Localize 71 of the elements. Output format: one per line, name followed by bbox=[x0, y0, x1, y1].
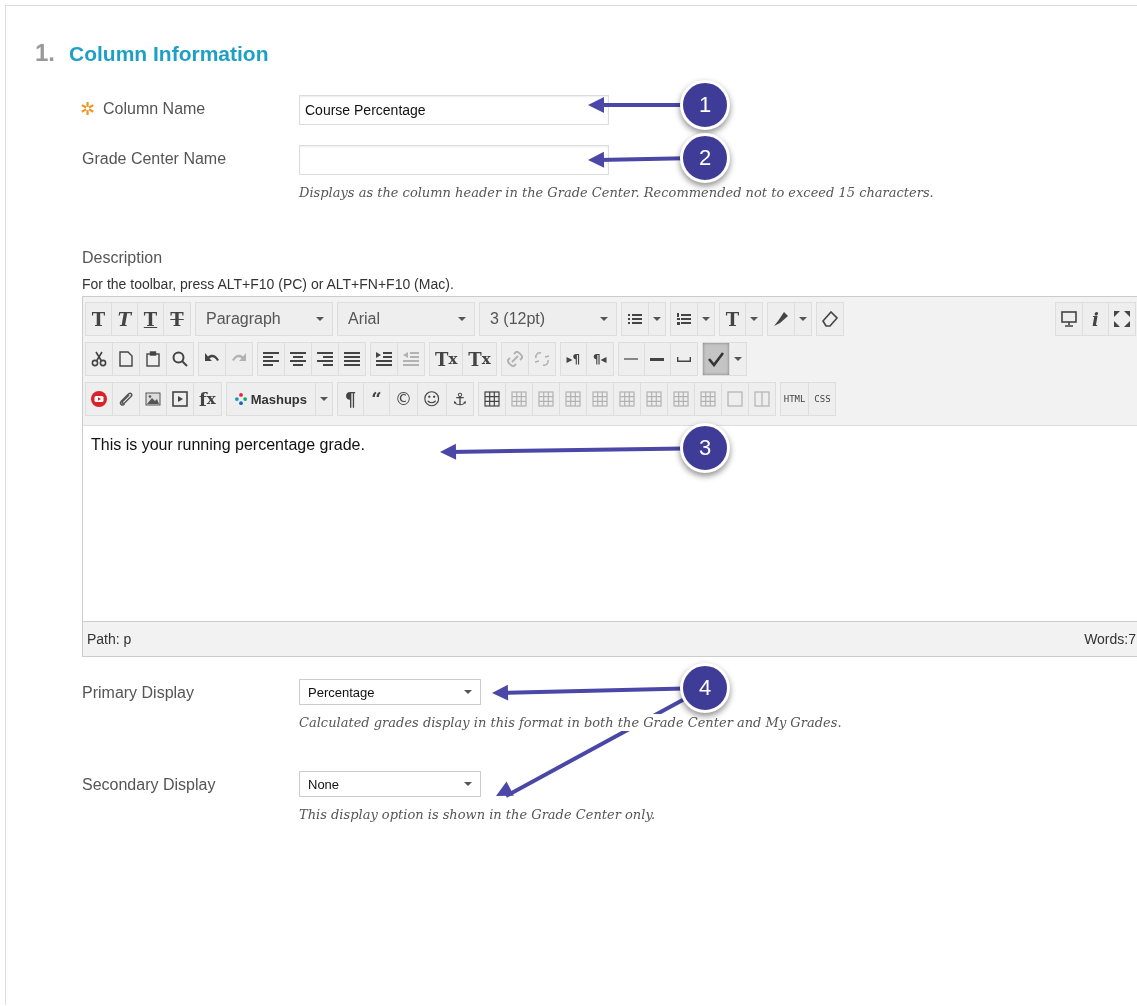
film-icon bbox=[172, 391, 188, 407]
field-label: Column Name bbox=[103, 100, 206, 118]
spellcheck-button[interactable] bbox=[702, 343, 730, 375]
path-label: Path: p bbox=[87, 631, 132, 647]
image-icon bbox=[145, 391, 161, 407]
table-icon bbox=[645, 391, 662, 407]
table-icon bbox=[591, 391, 608, 407]
table-icon bbox=[699, 391, 716, 407]
select-field[interactable]: Percentage bbox=[299, 679, 481, 705]
field-label: Grade Center Name bbox=[82, 150, 227, 168]
callout-badge: 2 bbox=[680, 133, 730, 183]
field-label: Secondary Display bbox=[82, 776, 216, 794]
document-icon bbox=[118, 351, 134, 367]
broken-link-icon bbox=[533, 351, 550, 367]
caret-icon bbox=[320, 397, 329, 401]
expand-icon bbox=[1114, 311, 1130, 327]
table-icon bbox=[564, 391, 581, 407]
justify-icon bbox=[344, 351, 360, 367]
caret-icon bbox=[464, 690, 472, 694]
search-icon bbox=[172, 351, 188, 367]
mashups-icon bbox=[234, 393, 247, 405]
align-left-icon bbox=[263, 351, 279, 367]
line-icon bbox=[624, 358, 639, 360]
eraser-icon bbox=[822, 311, 838, 327]
numbered-list-icon bbox=[676, 311, 692, 327]
caret-icon bbox=[316, 317, 324, 321]
hint-text: This display option is shown in the Grade Center only. bbox=[299, 806, 656, 823]
align-right-icon bbox=[317, 351, 333, 367]
table-icon bbox=[672, 391, 689, 407]
monitor-icon bbox=[1061, 311, 1077, 327]
link-icon bbox=[506, 351, 523, 367]
clipboard-icon bbox=[145, 351, 161, 367]
outdent-icon bbox=[403, 351, 419, 367]
table-icon bbox=[483, 391, 500, 407]
caret-icon bbox=[799, 317, 807, 321]
word-count: Words:7 bbox=[1084, 631, 1136, 647]
space-icon bbox=[676, 356, 691, 362]
table-icon bbox=[510, 391, 527, 407]
caret-icon bbox=[733, 357, 742, 361]
section-title: Column Information bbox=[69, 41, 269, 67]
text-field[interactable]: Course Percentage bbox=[299, 95, 609, 125]
callout-badge: 4 bbox=[680, 663, 730, 713]
highlighter-icon bbox=[773, 311, 789, 327]
caret-icon bbox=[600, 317, 608, 321]
table-icon bbox=[537, 391, 554, 407]
required-icon: ✲ bbox=[80, 100, 95, 118]
callout-badge: 1 bbox=[680, 80, 730, 130]
step-number: 1. bbox=[35, 39, 55, 67]
caret-icon bbox=[750, 317, 758, 321]
hint-text: Calculated grades display in this format in both the Grade Center and My Grades. bbox=[299, 714, 842, 731]
paperclip-icon bbox=[118, 391, 134, 407]
toolbar-hint: For the toolbar, press ALT+F10 (PC) or ALT+FN+F10 (Mac). bbox=[82, 276, 455, 292]
hint-text: Displays as the column header in the Grade Center. Recommended not to exceed 15 characters. bbox=[299, 184, 934, 201]
field-label: Primary Display bbox=[82, 684, 194, 702]
play-icon bbox=[91, 391, 107, 407]
table-icon bbox=[618, 391, 635, 407]
align-center-icon bbox=[290, 351, 306, 367]
text-field[interactable] bbox=[299, 145, 609, 175]
field-label: Description bbox=[82, 249, 164, 267]
caret-icon bbox=[464, 782, 472, 786]
spellcheck-icon bbox=[707, 351, 724, 367]
caret-icon bbox=[702, 317, 710, 321]
square-icon bbox=[726, 391, 743, 407]
indent-icon bbox=[376, 351, 392, 367]
select-field[interactable]: None bbox=[299, 771, 481, 797]
caret-icon bbox=[458, 317, 466, 321]
caret-icon bbox=[653, 317, 661, 321]
list-icon bbox=[627, 311, 643, 327]
columns-icon bbox=[753, 391, 770, 407]
editor-text: This is your running percentage grade. bbox=[91, 436, 365, 453]
scissors-icon bbox=[91, 351, 107, 367]
